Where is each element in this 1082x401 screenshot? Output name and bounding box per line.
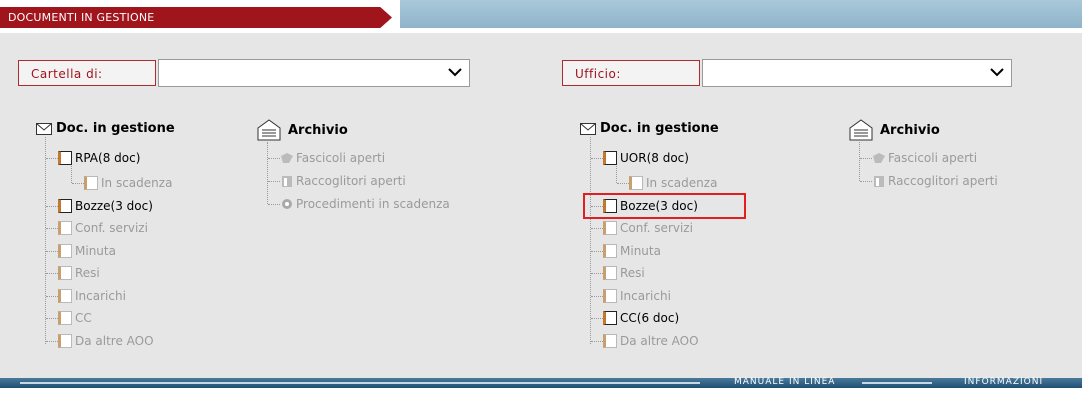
right-archive-raccoglitori[interactable]: Raccoglitori aperti [860, 172, 998, 190]
ufficio-label: Ufficio: [562, 60, 700, 86]
section-title: DOCUMENTI IN GESTIONE [8, 11, 155, 24]
right-doc-root[interactable]: Doc. in gestione [580, 121, 719, 136]
folder-icon [84, 176, 98, 190]
right-node-in-scadenza[interactable]: In scadenza [617, 174, 717, 192]
folder-icon [58, 334, 72, 348]
folder-icon [603, 151, 617, 165]
archive-cabinet-icon [257, 119, 281, 141]
right-node-cc[interactable]: CC(6 doc) [591, 309, 679, 327]
highlight-box [583, 193, 746, 219]
cartella-label: Cartella di: [18, 60, 156, 86]
left-node-minuta[interactable]: Minuta [46, 242, 116, 260]
right-node-incarichi[interactable]: Incarichi [591, 287, 671, 305]
folder-icon [58, 151, 72, 165]
folder-icon [58, 289, 72, 303]
right-archive-root[interactable]: Archivio [848, 118, 940, 142]
left-doc-root[interactable]: Doc. in gestione [36, 121, 175, 136]
left-archive-root[interactable]: Archivio [256, 118, 348, 142]
folder-icon [58, 199, 72, 213]
folder-icon [58, 244, 72, 258]
left-node-rpa[interactable]: RPA(8 doc) [46, 149, 140, 167]
envelope-icon [580, 122, 596, 135]
folder-icon [603, 334, 617, 348]
folder-icon [603, 289, 617, 303]
left-node-incarichi[interactable]: Incarichi [46, 287, 126, 305]
right-node-uor[interactable]: UOR(8 doc) [591, 149, 689, 167]
binder-icon [874, 176, 884, 187]
left-node-cc[interactable]: CC [46, 309, 92, 327]
folder-icon [603, 221, 617, 235]
right-archive-root-label: Archivio [880, 122, 940, 138]
folder-icon [629, 176, 643, 190]
folder-icon [58, 221, 72, 235]
folder-icon [603, 266, 617, 280]
cartella-select[interactable] [158, 59, 470, 87]
left-node-in-scadenza[interactable]: In scadenza [72, 174, 172, 192]
left-archive-raccoglitori[interactable]: Raccoglitori aperti [268, 172, 406, 190]
folder-icon [603, 311, 617, 325]
right-doc-root-label: Doc. in gestione [600, 121, 719, 136]
left-node-resi[interactable]: Resi [46, 264, 100, 282]
header-bar: DOCUMENTI IN GESTIONE [0, 0, 1082, 33]
folder-icon [58, 266, 72, 280]
right-node-resi[interactable]: Resi [591, 264, 645, 282]
bottom-strip [0, 388, 1082, 401]
left-doc-root-label: Doc. in gestione [56, 121, 175, 136]
binder-icon [282, 176, 292, 187]
folder-hand-icon [873, 153, 885, 163]
archive-cabinet-icon [849, 119, 873, 141]
left-archive-root-label: Archivio [288, 122, 348, 138]
chevron-down-icon [448, 68, 462, 77]
left-node-da-altre-aoo[interactable]: Da altre AOO [46, 332, 154, 350]
envelope-icon [36, 122, 52, 135]
left-archive-fascicoli[interactable]: Fascicoli aperti [268, 149, 385, 167]
left-node-bozze[interactable]: Bozze(3 doc) [46, 197, 153, 215]
ufficio-select[interactable] [702, 59, 1012, 87]
info-link[interactable]: INFORMAZIONI [964, 377, 1043, 387]
folder-icon [58, 311, 72, 325]
manual-link[interactable]: MANUALE IN LINEA [734, 377, 835, 387]
chevron-down-icon [990, 68, 1004, 77]
folder-icon [603, 244, 617, 258]
left-archive-procedimenti[interactable]: Procedimenti in scadenza [268, 195, 450, 213]
folder-hand-icon [281, 153, 293, 163]
left-node-conf-servizi[interactable]: Conf. servizi [46, 219, 148, 237]
gear-icon [282, 199, 292, 209]
footer-bar: MANUALE IN LINEA INFORMAZIONI [0, 377, 1082, 388]
right-archive-fascicoli[interactable]: Fascicoli aperti [860, 149, 977, 167]
right-node-minuta[interactable]: Minuta [591, 242, 661, 260]
right-node-da-altre-aoo[interactable]: Da altre AOO [591, 332, 699, 350]
right-node-conf-servizi[interactable]: Conf. servizi [591, 219, 693, 237]
header-blue-strip [400, 0, 1082, 28]
footer-rule [20, 382, 700, 384]
footer-rule [862, 382, 932, 384]
